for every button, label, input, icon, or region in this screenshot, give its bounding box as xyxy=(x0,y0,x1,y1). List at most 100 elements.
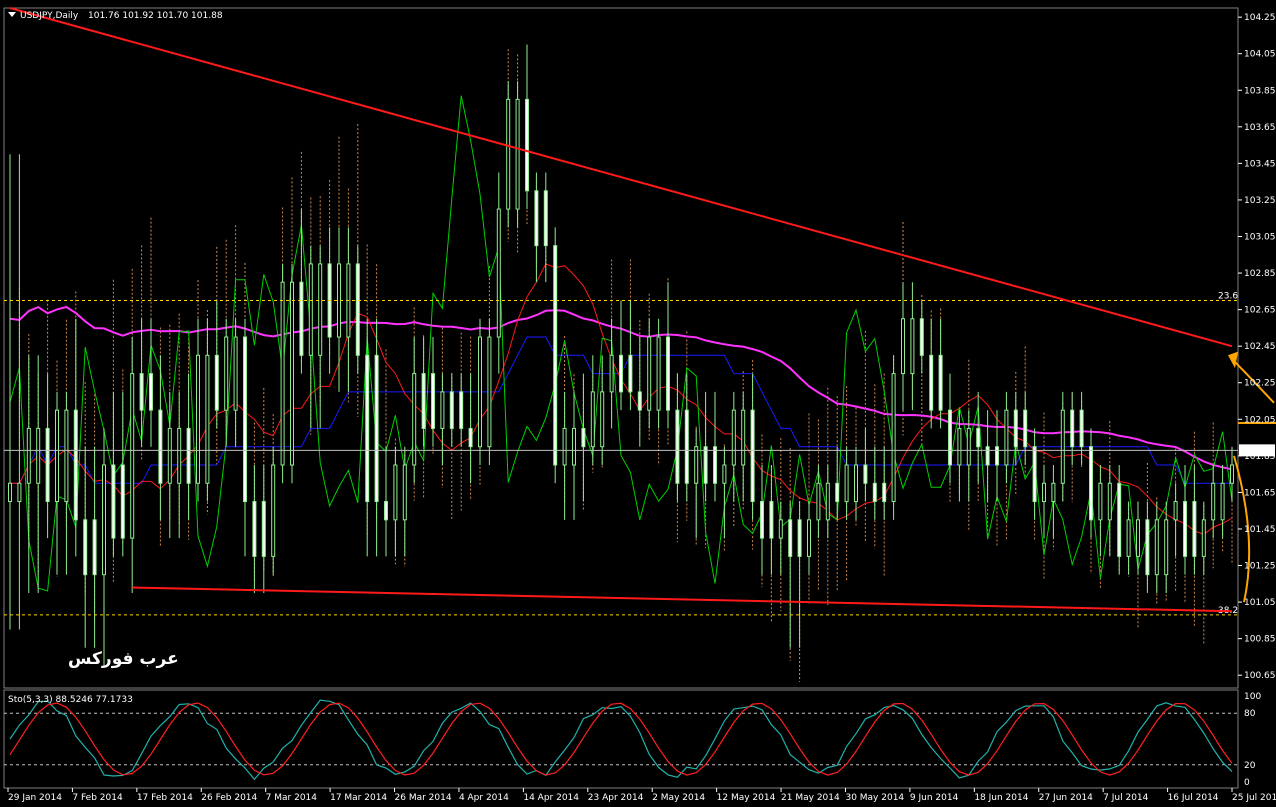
candle-body xyxy=(355,263,360,356)
candle-body xyxy=(901,318,905,375)
candle-body xyxy=(318,263,323,356)
candle-body xyxy=(55,409,59,503)
date-label: 7 Feb 2014 xyxy=(72,793,123,803)
candle-body xyxy=(1192,501,1197,557)
candle-body xyxy=(534,190,539,247)
candle-body xyxy=(36,427,41,484)
candle-body xyxy=(628,354,633,393)
candle-body xyxy=(73,409,78,521)
candle-body xyxy=(384,501,388,521)
candle-body xyxy=(872,482,877,503)
candle-body xyxy=(1154,519,1159,576)
candle-body xyxy=(1211,482,1216,521)
candle-body xyxy=(280,281,285,466)
candle-body xyxy=(515,98,520,210)
candle-body xyxy=(1107,482,1112,521)
candle-body xyxy=(722,464,727,484)
price-tick-label: 101.65 xyxy=(1244,488,1276,498)
price-tick-label: 101.05 xyxy=(1244,598,1276,608)
candle-body xyxy=(844,464,849,503)
date-label: 23 Apr 2014 xyxy=(588,793,644,803)
stochastic-header: Sto(5,3,3) 88.5246 77.1733 xyxy=(8,695,133,705)
candle-body xyxy=(1220,482,1225,521)
price-tick-label: 100.85 xyxy=(1244,635,1276,645)
price-tick-label: 102.05 xyxy=(1244,415,1276,425)
date-label: 14 Apr 2014 xyxy=(523,793,579,803)
candle-body xyxy=(703,446,708,484)
candle-body xyxy=(233,336,238,411)
date-label: 30 May 2014 xyxy=(845,793,904,803)
candle-body xyxy=(891,373,896,503)
candle-body xyxy=(684,409,689,484)
candle-body xyxy=(919,318,924,356)
candle-body xyxy=(637,391,642,411)
candle-body xyxy=(976,427,981,448)
candle-body xyxy=(196,354,200,484)
candle-body xyxy=(243,336,247,503)
fib-level-label: 23.6 xyxy=(1218,291,1238,301)
candle-body xyxy=(525,98,529,192)
candle-body xyxy=(825,482,830,521)
candle-body xyxy=(431,373,435,429)
candle-body xyxy=(995,446,999,466)
candle-body xyxy=(807,519,811,557)
candle-body xyxy=(252,501,257,557)
candle-body xyxy=(1126,519,1131,557)
candle-body xyxy=(8,482,12,503)
candle-body xyxy=(854,464,858,503)
current-price-label: 101.88 xyxy=(1243,446,1275,456)
chart-ohlc: 101.76 101.92 101.70 101.88 xyxy=(88,11,223,21)
candle-body xyxy=(111,464,116,539)
candle-body xyxy=(666,336,670,411)
date-label: 7 Jul 2014 xyxy=(1103,793,1148,803)
candle-body xyxy=(45,427,50,503)
candle-body xyxy=(1089,446,1093,521)
date-label: 17 Feb 2014 xyxy=(137,793,193,803)
candle-body xyxy=(393,464,398,521)
candle-body xyxy=(1023,409,1028,448)
candle-body xyxy=(506,98,511,210)
candle-body xyxy=(553,245,558,466)
date-label: 29 Jan 2014 xyxy=(8,793,62,803)
price-tick-label: 102.45 xyxy=(1244,342,1276,352)
price-tick-label: 103.45 xyxy=(1244,159,1276,169)
chart-canvas[interactable]: 23.638.2 104.25104.05103.85103.65103.451… xyxy=(0,0,1276,807)
date-label: 25 Jul 2014 xyxy=(1232,793,1276,803)
candle-body xyxy=(966,427,971,466)
candle-body xyxy=(412,373,417,466)
candle-body xyxy=(120,464,125,539)
candle-body xyxy=(271,464,276,557)
stoch-tick-label: 0 xyxy=(1244,778,1250,788)
candle-body xyxy=(929,354,934,411)
candle-body xyxy=(1201,519,1206,557)
date-label: 17 Mar 2014 xyxy=(330,793,387,803)
price-tick-label: 102.25 xyxy=(1244,379,1276,389)
candle-body xyxy=(374,354,379,503)
candle-body xyxy=(816,482,821,521)
candle-body xyxy=(760,501,764,539)
candle-body xyxy=(863,464,868,484)
price-tick-label: 102.65 xyxy=(1244,306,1276,316)
candle-body xyxy=(1183,501,1187,557)
candle-body xyxy=(713,446,717,484)
stoch-tick-label: 100 xyxy=(1244,692,1261,702)
candle-body xyxy=(17,482,22,503)
candle-body xyxy=(581,427,586,448)
candle-body xyxy=(64,409,69,503)
candle-body xyxy=(421,373,426,429)
date-label: 18 Jun 2014 xyxy=(974,793,1028,803)
price-tick-label: 102.85 xyxy=(1244,269,1276,279)
candle-body xyxy=(769,501,774,539)
candle-body xyxy=(609,354,614,393)
candle-body xyxy=(83,519,88,576)
candle-body xyxy=(299,281,304,356)
date-label: 26 Feb 2014 xyxy=(201,793,257,803)
price-tick-label: 100.65 xyxy=(1244,671,1276,681)
candle-body xyxy=(1079,409,1084,448)
candle-body xyxy=(731,409,736,466)
candle-body xyxy=(496,208,501,338)
candle-body xyxy=(1070,409,1075,448)
candle-body xyxy=(778,519,783,539)
candle-body xyxy=(167,427,172,484)
price-tick-label: 103.25 xyxy=(1244,196,1276,206)
